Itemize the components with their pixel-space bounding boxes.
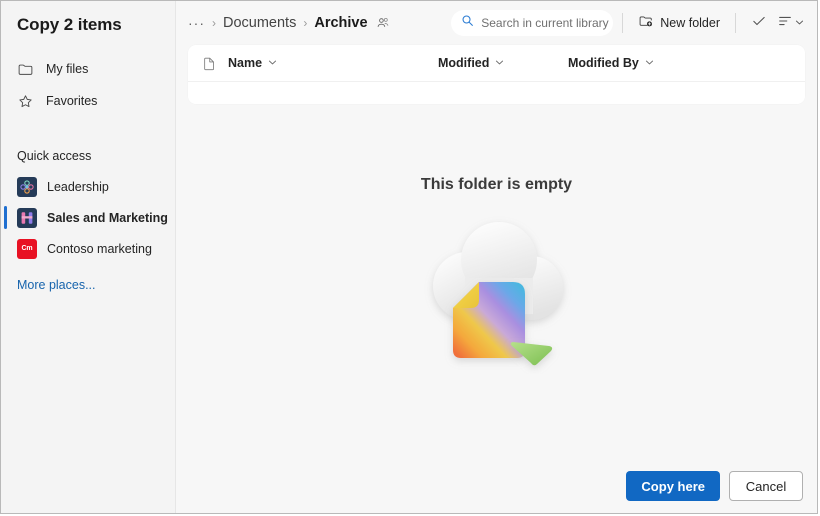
sidebar-item-sales-and-marketing[interactable]: Sales and Marketing <box>1 202 175 233</box>
search-input[interactable]: Search in current library <box>451 10 614 36</box>
sidebar-item-label: Favorites <box>46 94 98 108</box>
empty-state-title: This folder is empty <box>420 176 573 193</box>
toolbar-actions: Search in current library New folder <box>451 9 807 37</box>
column-header-row: Name Modified Modified By <box>188 45 805 81</box>
more-places-link[interactable]: More places... <box>1 278 175 292</box>
leadership-site-icon <box>17 176 37 197</box>
column-header-name[interactable]: Name <box>228 54 438 72</box>
column-label: Modified <box>438 56 490 70</box>
file-list-card: Name Modified Modified By <box>188 45 805 104</box>
dialog-title: Copy 2 items <box>17 15 122 34</box>
breadcrumb-separator-icon: › <box>303 16 308 30</box>
file-type-column-icon <box>202 56 228 71</box>
sidebar-item-label: Contoso marketing <box>47 241 152 256</box>
empty-file-list-body <box>188 82 805 104</box>
column-label: Name <box>228 56 263 70</box>
dialog-footer: Copy here Cancel <box>626 471 803 501</box>
sidebar-item-label: Sales and Marketing <box>47 210 168 225</box>
toolbar: ··· › Documents › Archive Search in curr… <box>176 1 817 45</box>
people-shared-icon <box>376 16 390 30</box>
chevron-down-icon <box>268 54 277 72</box>
breadcrumb-item-archive[interactable]: Archive <box>314 15 367 31</box>
cloud-with-file-and-cursor-illustration <box>407 204 587 374</box>
chevron-down-icon <box>495 54 504 72</box>
copy-items-dialog: Copy 2 items My files Favorites Quick ac… <box>0 0 818 514</box>
sort-list-icon <box>777 13 793 34</box>
quick-access-heading: Quick access <box>17 149 92 163</box>
cancel-button[interactable]: Cancel <box>729 471 803 501</box>
breadcrumb-item-documents[interactable]: Documents <box>223 15 296 31</box>
new-folder-button[interactable]: New folder <box>632 9 726 37</box>
new-folder-label: New folder <box>660 16 720 30</box>
folder-icon <box>17 61 34 78</box>
column-header-modified[interactable]: Modified <box>438 54 568 72</box>
contoso-marketing-site-icon: Cm <box>17 238 37 259</box>
chevron-down-icon <box>795 14 804 32</box>
column-label: Modified By <box>568 56 639 70</box>
sidebar-item-my-files[interactable]: My files <box>1 53 175 85</box>
copy-here-button[interactable]: Copy here <box>626 471 720 501</box>
chevron-down-icon <box>645 54 654 72</box>
toolbar-divider <box>735 13 736 33</box>
site-icon-badge-text: Cm <box>21 245 33 252</box>
main-panel: ··· › Documents › Archive Search in curr… <box>176 1 817 513</box>
sales-marketing-site-icon <box>17 207 37 228</box>
search-icon <box>461 14 474 32</box>
search-placeholder: Search in current library <box>481 16 609 30</box>
breadcrumb-overflow-button[interactable]: ··· <box>188 16 205 30</box>
sidebar-nav-list: My files Favorites <box>1 53 175 117</box>
new-folder-icon <box>638 13 654 34</box>
column-header-modified-by[interactable]: Modified By <box>568 54 708 72</box>
checkmark-icon <box>751 13 767 34</box>
sidebar-item-contoso-marketing[interactable]: Cm Contoso marketing <box>1 233 175 264</box>
sidebar-item-label: Leadership <box>47 179 109 194</box>
star-icon <box>17 93 34 110</box>
breadcrumb-separator-icon: › <box>212 16 216 30</box>
sidebar-item-favorites[interactable]: Favorites <box>1 85 175 117</box>
empty-folder-state: This folder is empty <box>176 104 817 513</box>
sidebar: Copy 2 items My files Favorites Quick ac… <box>1 1 176 513</box>
toolbar-divider <box>622 13 624 33</box>
sort-view-button[interactable] <box>773 9 807 37</box>
sidebar-item-label: My files <box>46 62 89 76</box>
sidebar-item-leadership[interactable]: Leadership <box>1 171 175 202</box>
breadcrumb: ··· › Documents › Archive <box>188 15 390 31</box>
select-mode-button[interactable] <box>745 9 773 37</box>
